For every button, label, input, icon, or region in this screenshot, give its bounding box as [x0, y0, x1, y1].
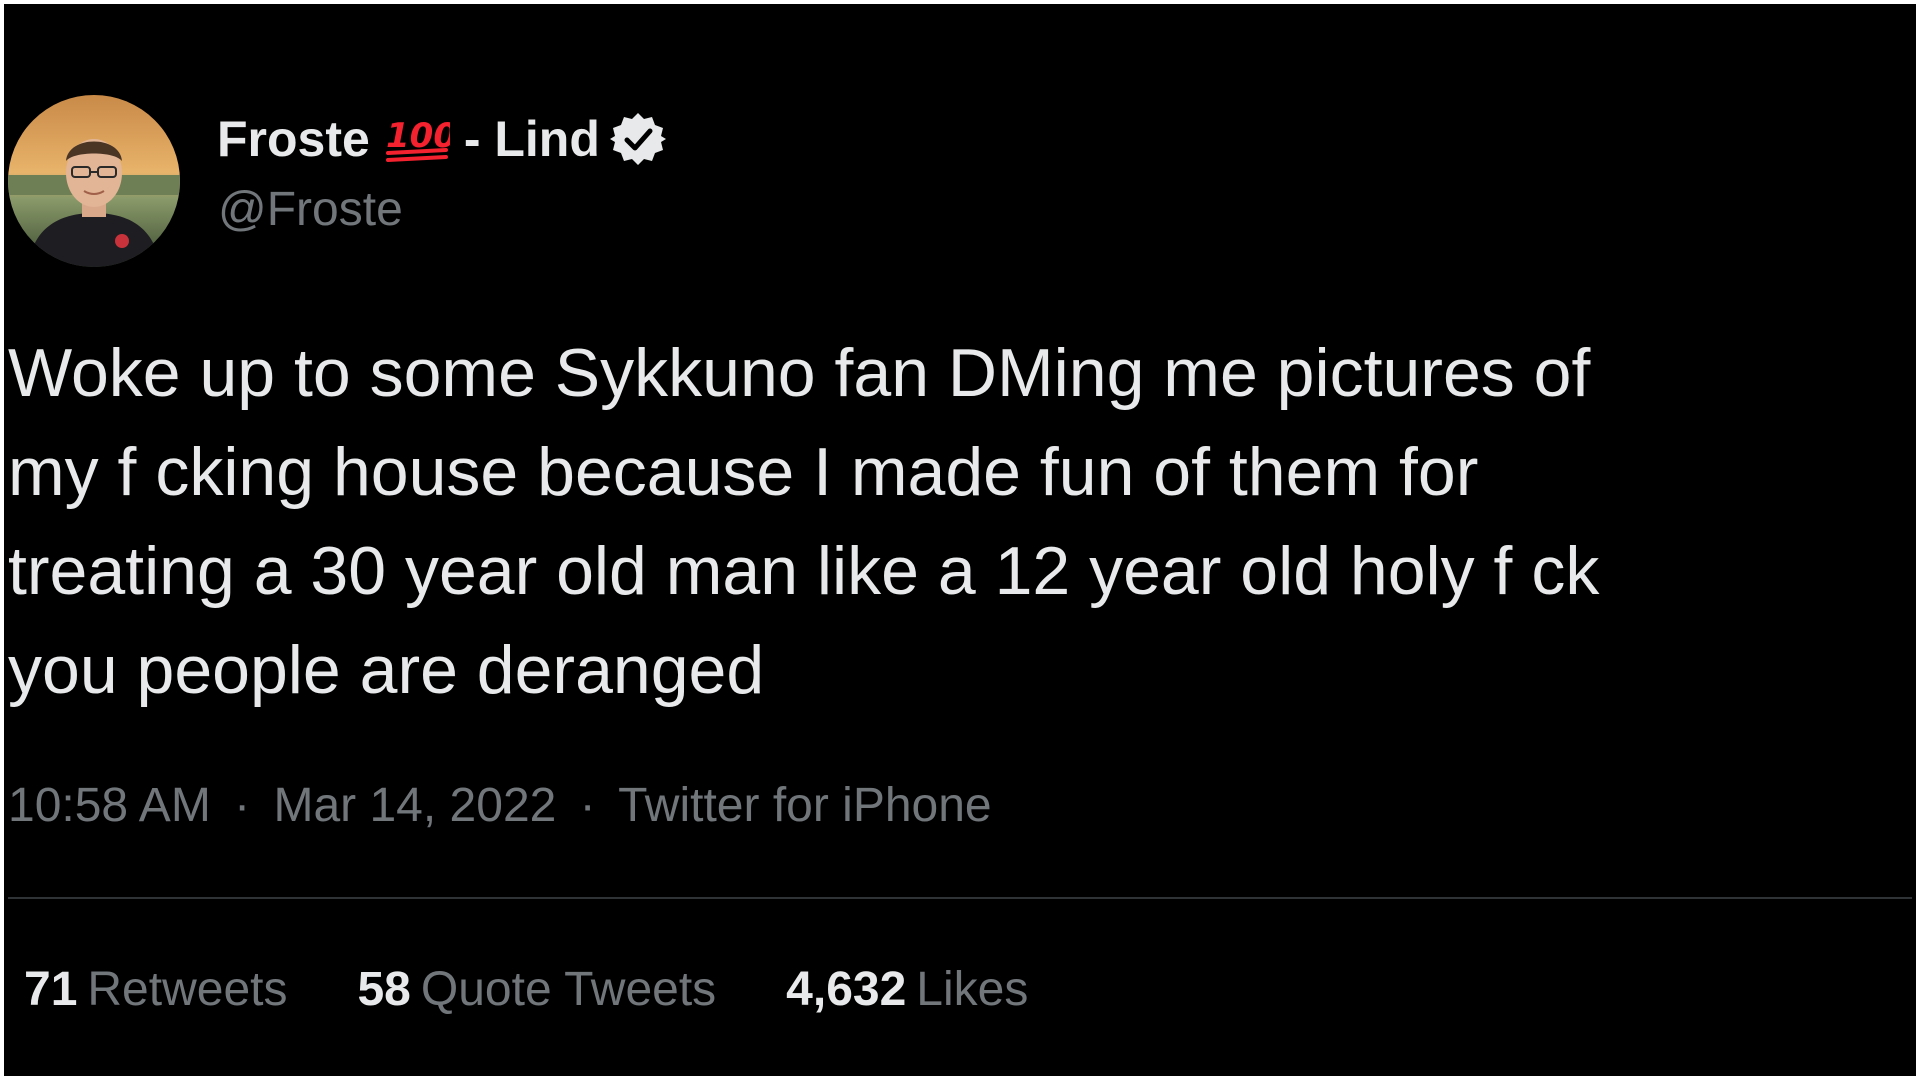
avatar[interactable] [8, 95, 180, 267]
quote-tweets-stat[interactable]: 58 Quote Tweets [357, 962, 716, 1017]
avatar-image [8, 95, 180, 267]
meta-separator: · [234, 779, 251, 832]
likes-count: 4,632 [786, 963, 907, 1016]
tweet-meta: 10:58 AM · Mar 14, 2022 · Twitter for iP… [8, 778, 992, 833]
tweet-card: Froste 100 - Lind @Froste Woke up to som… [4, 4, 1916, 1076]
divider [8, 897, 1912, 899]
quote-tweets-label: Quote Tweets [420, 963, 717, 1016]
verified-badge-icon[interactable] [609, 111, 666, 167]
likes-label: Likes [916, 963, 1029, 1016]
retweets-stat[interactable]: 71 Retweets [24, 962, 287, 1017]
engagement-stats: 71 Retweets 58 Quote Tweets 4,632 Likes [24, 962, 1098, 1017]
tweet-time[interactable]: 10:58 AM [8, 779, 211, 832]
name-suffix: - Lind [463, 111, 600, 167]
100-emoji-icon: 100 [384, 113, 457, 165]
retweets-label: Retweets [87, 963, 288, 1016]
author-name-row[interactable]: Froste 100 - Lind [217, 106, 666, 172]
author-handle[interactable]: @Froste [218, 182, 403, 237]
quote-tweets-count: 58 [357, 963, 411, 1016]
tweet-source[interactable]: Twitter for iPhone [618, 779, 992, 832]
tweet-text: Woke up to some Sykkuno fan DMing me pic… [8, 335, 1600, 708]
tweet-date[interactable]: Mar 14, 2022 [273, 779, 556, 832]
retweets-count: 71 [24, 963, 78, 1016]
meta-separator: · [579, 779, 596, 832]
likes-stat[interactable]: 4,632 Likes [786, 962, 1028, 1017]
display-name[interactable]: Froste [217, 110, 370, 168]
